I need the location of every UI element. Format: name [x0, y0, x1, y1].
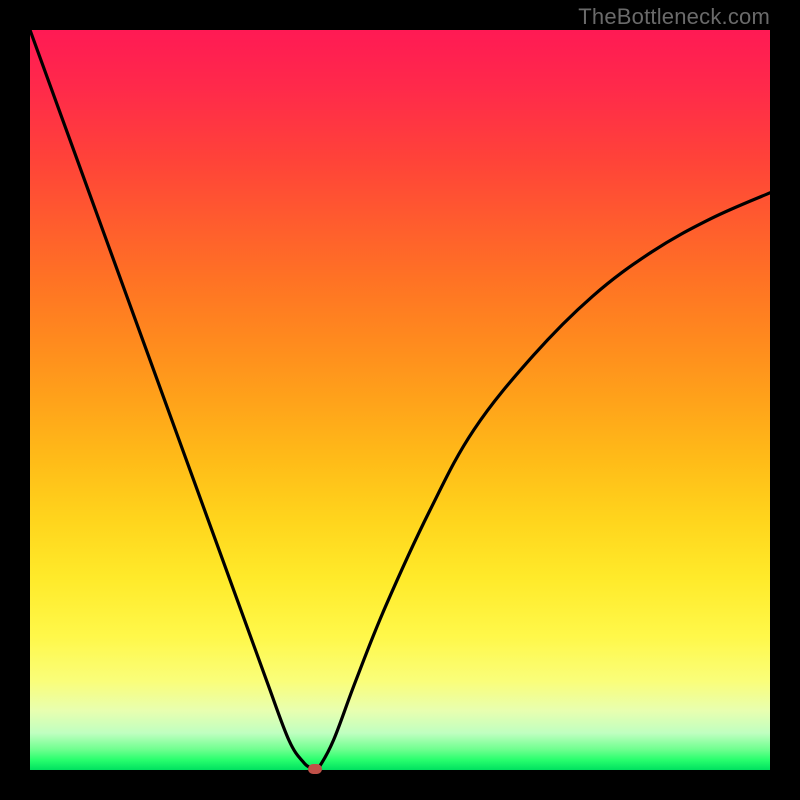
- bottleneck-curve: [30, 30, 770, 770]
- watermark-text: TheBottleneck.com: [578, 4, 770, 30]
- minimum-marker: [308, 764, 322, 774]
- chart-frame: TheBottleneck.com: [0, 0, 800, 800]
- plot-area: [30, 30, 770, 770]
